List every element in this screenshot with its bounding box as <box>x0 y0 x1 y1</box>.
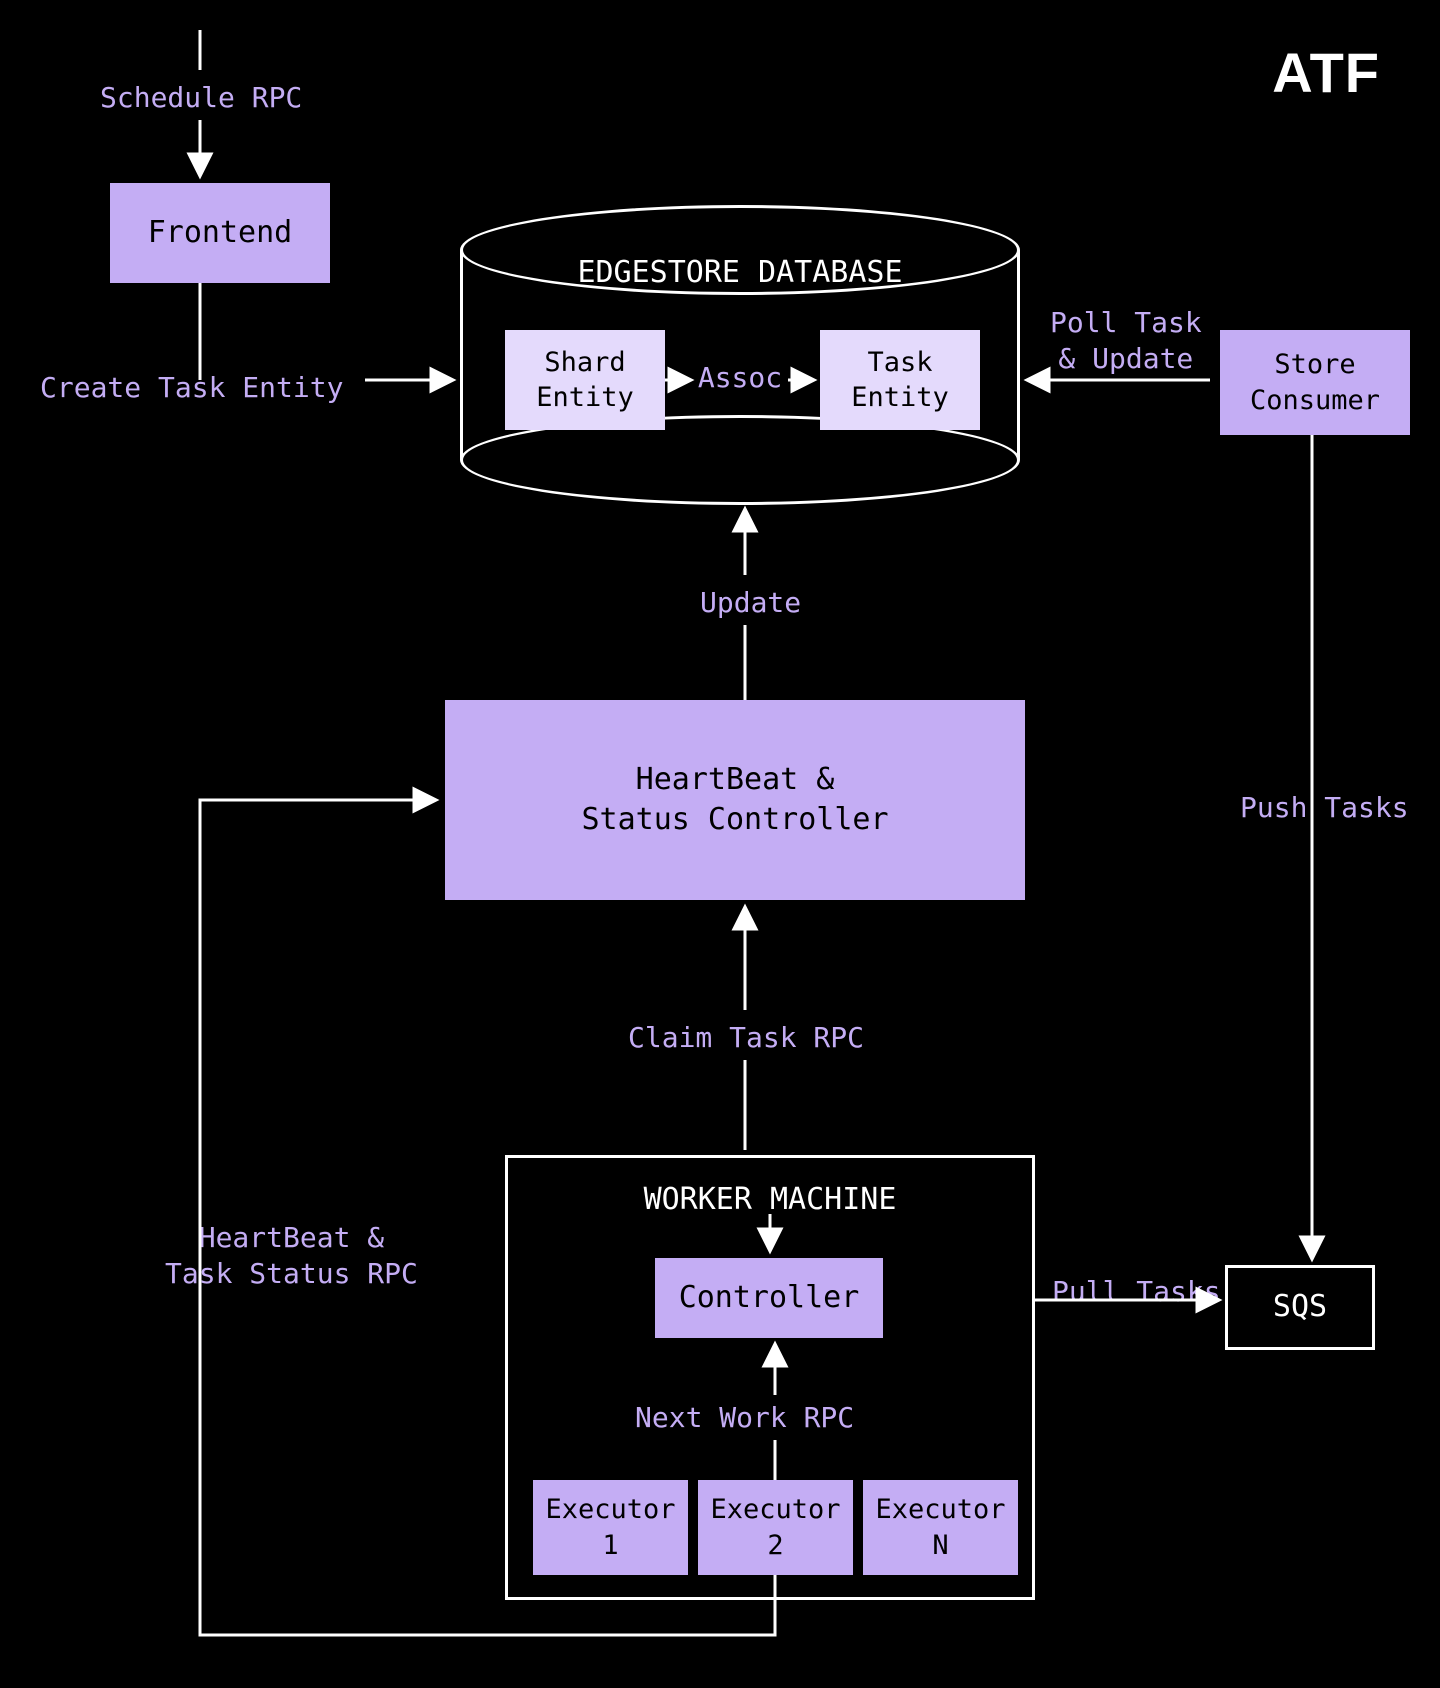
node-executor-2-label: Executor 2 <box>710 1492 840 1562</box>
diagram-canvas: ATF Frontend EDGESTORE DATABASE Shard En… <box>0 0 1440 1688</box>
node-heartbeat-controller: HeartBeat & Status Controller <box>445 700 1025 900</box>
edge-heartbeat-status-rpc-label: HeartBeat & Task Status RPC <box>165 1220 418 1293</box>
node-shard-entity: Shard Entity <box>505 330 665 430</box>
edge-poll-task-update-label: Poll Task & Update <box>1050 305 1202 378</box>
edge-pull-tasks-label: Pull Tasks <box>1052 1274 1221 1310</box>
node-executor-1: Executor 1 <box>533 1480 688 1575</box>
node-heartbeat-controller-label: HeartBeat & Status Controller <box>581 760 888 841</box>
node-store-consumer-label: Store Consumer <box>1250 347 1380 417</box>
node-controller: Controller <box>655 1258 883 1338</box>
edge-schedule-rpc-label: Schedule RPC <box>100 80 302 116</box>
node-sqs: SQS <box>1225 1265 1375 1350</box>
edge-push-tasks-label: Push Tasks <box>1240 790 1409 826</box>
edge-update-label: Update <box>700 585 801 621</box>
edge-create-task-entity-label: Create Task Entity <box>40 370 343 406</box>
node-task-entity-label: Task Entity <box>851 345 949 415</box>
brand-logo: ATF <box>1272 40 1380 105</box>
edge-next-work-rpc-label: Next Work RPC <box>635 1400 854 1436</box>
node-shard-entity-label: Shard Entity <box>536 345 634 415</box>
node-store-consumer: Store Consumer <box>1220 330 1410 435</box>
node-executor-n: Executor N <box>863 1480 1018 1575</box>
node-frontend: Frontend <box>110 183 330 283</box>
node-executor-n-label: Executor N <box>875 1492 1005 1562</box>
node-frontend-label: Frontend <box>148 213 293 254</box>
edge-assoc-label: Assoc <box>685 360 795 396</box>
node-controller-label: Controller <box>679 1278 860 1319</box>
node-task-entity: Task Entity <box>820 330 980 430</box>
node-sqs-label: SQS <box>1273 1287 1327 1328</box>
worker-machine-title: WORKER MACHINE <box>644 1182 897 1217</box>
edge-claim-task-rpc-label: Claim Task RPC <box>628 1020 864 1056</box>
node-executor-2: Executor 2 <box>698 1480 853 1575</box>
database-title: EDGESTORE DATABASE <box>460 255 1020 290</box>
node-executor-1-label: Executor 1 <box>545 1492 675 1562</box>
